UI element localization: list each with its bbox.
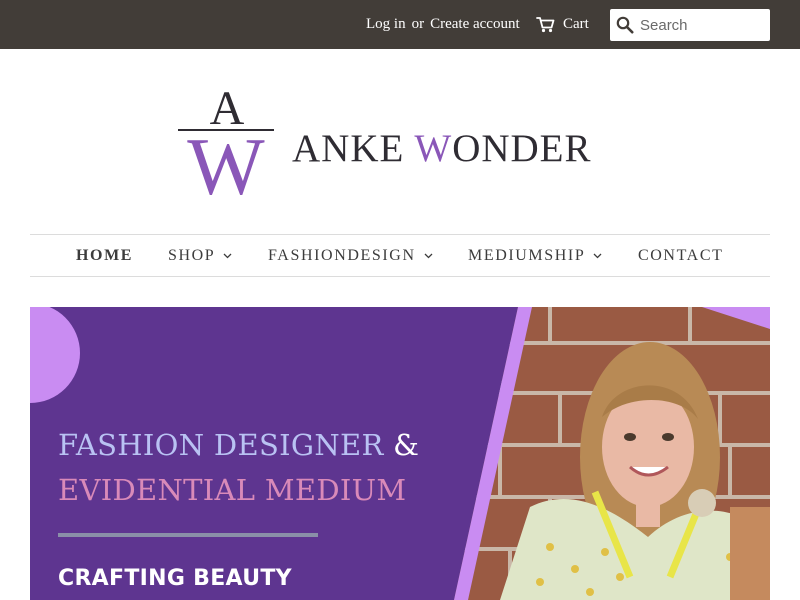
nav-item-contact[interactable]: CONTACT <box>638 247 723 265</box>
cart-icon <box>536 16 555 32</box>
nav-item-label: CONTACT <box>638 247 724 264</box>
nav-item-label: HOME <box>76 247 134 264</box>
nav-item-label: SHOP <box>168 247 216 264</box>
logo-text-prefix: ANKE <box>292 127 415 170</box>
logo-text-suffix: ONDER <box>452 127 592 170</box>
chevron-down-icon <box>593 253 602 259</box>
site-logo[interactable]: A W ANKE WONDER <box>176 84 636 200</box>
cart-label: Cart <box>563 15 589 32</box>
nav-item-label: MEDIUMSHIP <box>468 247 586 264</box>
or-text: or <box>411 16 425 32</box>
hero-headline-amp: & <box>393 428 420 462</box>
hero-tagline: CRAFTING BEAUTY <box>58 566 292 591</box>
nav-item-home[interactable]: HOME <box>76 247 133 265</box>
search-input[interactable] <box>640 11 762 39</box>
cart-link[interactable]: Cart <box>536 14 589 34</box>
logo-wordmark: ANKE WONDER <box>292 126 592 171</box>
chevron-down-icon <box>223 253 232 259</box>
nav-item-shop[interactable]: SHOP <box>168 247 232 265</box>
logo-text-w: W <box>414 127 453 170</box>
hero-headline-1: FASHION DESIGNER & <box>58 428 420 462</box>
search-icon[interactable] <box>610 16 640 34</box>
create-account-link[interactable]: Create account <box>430 16 520 32</box>
nav-item-fashiondesign[interactable]: FASHIONDESIGN <box>268 247 433 265</box>
main-nav: HOME SHOP FASHIONDESIGN MEDIUMSHIP CONTA… <box>30 234 770 277</box>
hero-headline-2: EVIDENTIAL MEDIUM <box>58 473 407 507</box>
nav-item-mediumship[interactable]: MEDIUMSHIP <box>468 247 602 265</box>
login-link[interactable]: Log in <box>366 16 406 32</box>
chevron-down-icon <box>424 253 433 259</box>
search-box <box>610 9 770 41</box>
hero-banner[interactable]: FASHION DESIGNER & EVIDENTIAL MEDIUM CRA… <box>30 307 770 600</box>
logo-monogram: A W <box>178 84 274 200</box>
logo-monogram-w: W <box>187 121 265 200</box>
account-links: Log in or Create account <box>366 16 520 33</box>
nav-item-label: FASHIONDESIGN <box>268 247 416 264</box>
top-bar: Log in or Create account Cart <box>0 0 800 49</box>
